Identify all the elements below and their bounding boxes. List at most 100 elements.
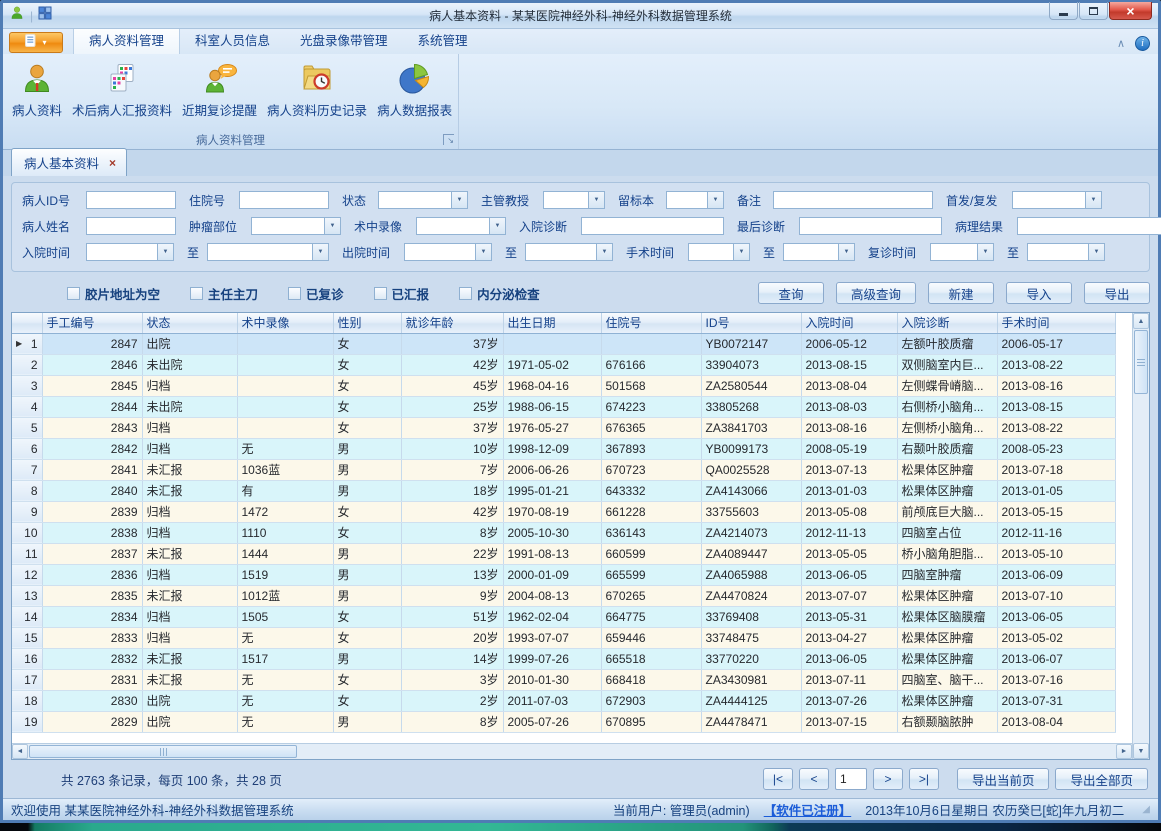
tab-close-icon[interactable]: × bbox=[109, 158, 116, 168]
vertical-scrollbar[interactable]: ▲ ▼ bbox=[1132, 313, 1149, 759]
table-row[interactable]: 22846未出院女42岁1971-05-02676166339040732013… bbox=[12, 354, 1115, 375]
filter-combo[interactable]: ▼ bbox=[1012, 191, 1102, 209]
table-row[interactable]: 182830出院无女2岁2011-07-03672903ZA4444125201… bbox=[12, 690, 1115, 711]
collapse-ribbon-icon[interactable]: ∧ bbox=[1117, 37, 1125, 50]
column-header-7[interactable]: 住院号 bbox=[601, 313, 701, 333]
import-button[interactable]: 导入 bbox=[1006, 282, 1072, 304]
checkbox-icon[interactable] bbox=[67, 287, 80, 300]
combo-arrow-icon[interactable]: ▼ bbox=[157, 244, 173, 260]
ribbon-tab-1[interactable]: 病人资料管理 bbox=[73, 26, 180, 54]
ribbon-tab-2[interactable]: 科室人员信息 bbox=[180, 26, 285, 54]
filter-combo[interactable]: ▼ bbox=[404, 243, 492, 261]
prev-page-button[interactable]: < bbox=[799, 768, 829, 790]
table-row[interactable]: 52843归档女37岁1976-05-27676365ZA38417032013… bbox=[12, 417, 1115, 438]
combo-arrow-icon[interactable]: ▼ bbox=[312, 244, 328, 260]
column-header-2[interactable]: 状态 bbox=[142, 313, 237, 333]
combo-arrow-icon[interactable]: ▼ bbox=[733, 244, 749, 260]
filter-combo[interactable]: ▼ bbox=[378, 191, 468, 209]
row-header[interactable]: 3 bbox=[12, 375, 42, 396]
scroll-down-button[interactable]: ▼ bbox=[1133, 743, 1149, 759]
info-icon[interactable]: i bbox=[1135, 36, 1150, 51]
combo-arrow-icon[interactable]: ▼ bbox=[1085, 192, 1101, 208]
layout-grid-icon[interactable] bbox=[38, 6, 52, 25]
doc-tab-patient-basic-info[interactable]: 病人基本资料 × bbox=[11, 148, 127, 176]
row-header[interactable]: 10 bbox=[12, 522, 42, 543]
row-header[interactable]: 15 bbox=[12, 627, 42, 648]
dialog-launcher-icon[interactable]: ↘ bbox=[443, 134, 454, 145]
row-header[interactable]: 16 bbox=[12, 648, 42, 669]
horizontal-scrollbar-thumb[interactable] bbox=[29, 745, 297, 758]
filter-input[interactable] bbox=[86, 191, 176, 209]
checkbox-filter-2[interactable]: 主任主刀 bbox=[190, 284, 258, 303]
checkbox-filter-4[interactable]: 已汇报 bbox=[374, 284, 430, 303]
filter-input[interactable] bbox=[86, 217, 176, 235]
column-header-3[interactable]: 术中录像 bbox=[237, 313, 333, 333]
table-row[interactable]: 32845归档女45岁1968-04-16501568ZA25805442013… bbox=[12, 375, 1115, 396]
row-header[interactable]: ▶1 bbox=[12, 333, 42, 354]
scroll-right-button[interactable]: ► bbox=[1116, 744, 1132, 759]
row-header[interactable]: 4 bbox=[12, 396, 42, 417]
row-header[interactable]: 14 bbox=[12, 606, 42, 627]
next-page-button[interactable]: > bbox=[873, 768, 903, 790]
combo-arrow-icon[interactable]: ▼ bbox=[489, 218, 505, 234]
table-row[interactable]: 62842归档无男10岁1998-12-09367893YB0099173200… bbox=[12, 438, 1115, 459]
filter-input[interactable] bbox=[239, 191, 329, 209]
advanced-query-button[interactable]: 高级查询 bbox=[836, 282, 916, 304]
application-menu-button[interactable]: ▾ bbox=[9, 32, 63, 53]
column-header-8[interactable]: ID号 bbox=[701, 313, 801, 333]
table-row[interactable]: 42844未出院女25岁1988-06-15674223338052682013… bbox=[12, 396, 1115, 417]
column-header-6[interactable]: 出生日期 bbox=[503, 313, 601, 333]
table-row[interactable]: 132835未汇报1012蓝男9岁2004-08-13670265ZA44708… bbox=[12, 585, 1115, 606]
row-header[interactable]: 19 bbox=[12, 711, 42, 732]
combo-arrow-icon[interactable]: ▼ bbox=[588, 192, 604, 208]
first-page-button[interactable]: |< bbox=[763, 768, 793, 790]
table-row[interactable]: 152833归档无女20岁1993-07-0765944633748475201… bbox=[12, 627, 1115, 648]
maximize-button[interactable] bbox=[1079, 2, 1108, 20]
export-current-page-button[interactable]: 导出当前页 bbox=[957, 768, 1050, 790]
combo-arrow-icon[interactable]: ▼ bbox=[838, 244, 854, 260]
table-row[interactable]: 72841未汇报1036蓝男7岁2006-06-26670723QA002552… bbox=[12, 459, 1115, 480]
checkbox-icon[interactable] bbox=[459, 287, 472, 300]
filter-combo[interactable]: ▼ bbox=[783, 243, 855, 261]
export-all-pages-button[interactable]: 导出全部页 bbox=[1055, 768, 1148, 790]
table-row[interactable]: 192829出院无男8岁2005-07-26670895ZA4478471201… bbox=[12, 711, 1115, 732]
table-row[interactable]: 142834归档1505女51岁1962-02-0466477533769408… bbox=[12, 606, 1115, 627]
column-header-9[interactable]: 入院时间 bbox=[801, 313, 897, 333]
filter-input[interactable] bbox=[581, 217, 724, 235]
query-button[interactable]: 查询 bbox=[758, 282, 824, 304]
scroll-up-button[interactable]: ▲ bbox=[1133, 313, 1149, 329]
filter-combo[interactable]: ▼ bbox=[207, 243, 329, 261]
last-page-button[interactable]: >| bbox=[909, 768, 939, 790]
checkbox-filter-1[interactable]: 胶片地址为空 bbox=[67, 284, 160, 303]
table-row[interactable]: 102838归档1110女8岁2005-10-30636143ZA4214073… bbox=[12, 522, 1115, 543]
row-header[interactable]: 11 bbox=[12, 543, 42, 564]
checkbox-icon[interactable] bbox=[190, 287, 203, 300]
column-header-4[interactable]: 性别 bbox=[333, 313, 401, 333]
filter-input[interactable] bbox=[773, 191, 933, 209]
row-header[interactable]: 9 bbox=[12, 501, 42, 522]
horizontal-scrollbar[interactable]: ◄ ► bbox=[12, 743, 1132, 759]
filter-combo[interactable]: ▼ bbox=[86, 243, 174, 261]
new-button[interactable]: 新建 bbox=[928, 282, 994, 304]
filter-combo[interactable]: ▼ bbox=[525, 243, 613, 261]
resize-grip-icon[interactable]: ◢ bbox=[1142, 804, 1150, 815]
checkbox-filter-5[interactable]: 内分泌检查 bbox=[459, 284, 540, 303]
ribbon-button-1[interactable]: 病人资料 bbox=[7, 59, 67, 121]
ribbon-button-5[interactable]: 病人数据报表 bbox=[372, 59, 457, 121]
filter-combo[interactable]: ▼ bbox=[251, 217, 341, 235]
combo-arrow-icon[interactable]: ▼ bbox=[324, 218, 340, 234]
row-header[interactable]: 6 bbox=[12, 438, 42, 459]
table-row[interactable]: 162832未汇报1517男14岁1999-07-266655183377022… bbox=[12, 648, 1115, 669]
filter-combo[interactable]: ▼ bbox=[688, 243, 750, 261]
row-header[interactable]: 7 bbox=[12, 459, 42, 480]
table-row[interactable]: 92839归档1472女42岁1970-08-19661228337556032… bbox=[12, 501, 1115, 522]
ribbon-button-4[interactable]: 病人资料历史记录 bbox=[262, 59, 372, 121]
row-header[interactable]: 12 bbox=[12, 564, 42, 585]
combo-arrow-icon[interactable]: ▼ bbox=[451, 192, 467, 208]
ribbon-tab-3[interactable]: 光盘录像带管理 bbox=[285, 26, 403, 54]
filter-combo[interactable]: ▼ bbox=[416, 217, 506, 235]
table-row[interactable]: 122836归档1519男13岁2000-01-09665599ZA406598… bbox=[12, 564, 1115, 585]
table-row[interactable]: ▶12847出院女37岁YB00721472006-05-12左额叶胶质瘤200… bbox=[12, 333, 1115, 354]
scroll-left-button[interactable]: ◄ bbox=[12, 744, 28, 759]
filter-combo[interactable]: ▼ bbox=[1027, 243, 1105, 261]
